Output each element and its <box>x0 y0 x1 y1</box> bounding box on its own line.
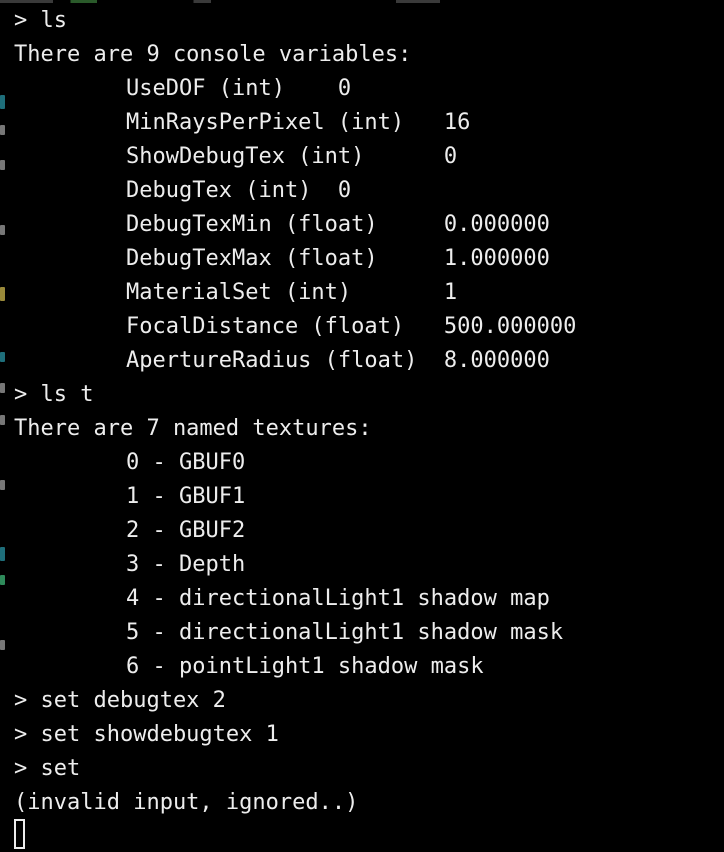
command-line: > set showdebugtex 1 <box>14 722 279 747</box>
variable-line: DebugTexMin (float) 0.000000 <box>126 212 550 237</box>
variable-line: DebugTexMax (float) 1.000000 <box>126 246 550 271</box>
texture-line: 6 - pointLight1 shadow mask <box>126 654 484 679</box>
command-line: > ls <box>14 8 67 33</box>
texture-line: 3 - Depth <box>126 552 246 577</box>
texture-line: 5 - directionalLight1 shadow mask <box>126 620 564 645</box>
output-line: There are 9 console variables: <box>14 42 412 67</box>
variable-line: DebugTex (int) 0 <box>126 178 352 203</box>
background-window-edge <box>0 0 7 852</box>
window-edge-strip <box>0 0 440 3</box>
variable-line: ApertureRadius (float) 8.000000 <box>126 348 550 373</box>
output-line: There are 7 named textures: <box>14 416 372 441</box>
variable-line: FocalDistance (float) 500.000000 <box>126 314 577 339</box>
texture-line: 2 - GBUF2 <box>126 518 246 543</box>
text-cursor[interactable] <box>14 819 25 849</box>
variable-line: MinRaysPerPixel (int) 16 <box>126 110 471 135</box>
variable-line: UseDOF (int) 0 <box>126 76 352 101</box>
variable-line: ShowDebugTex (int) 0 <box>126 144 458 169</box>
texture-line: 1 - GBUF1 <box>126 484 246 509</box>
command-line: > ls t <box>14 382 94 407</box>
texture-line: 4 - directionalLight1 shadow map <box>126 586 550 611</box>
output-line: (invalid input, ignored..) <box>14 790 359 815</box>
command-line: > set <box>14 756 81 781</box>
texture-line: 0 - GBUF0 <box>126 450 246 475</box>
variable-line: MaterialSet (int) 1 <box>126 280 458 305</box>
command-line: > set debugtex 2 <box>14 688 226 713</box>
terminal-window[interactable]: > ls There are 9 console variables: UseD… <box>0 0 724 852</box>
